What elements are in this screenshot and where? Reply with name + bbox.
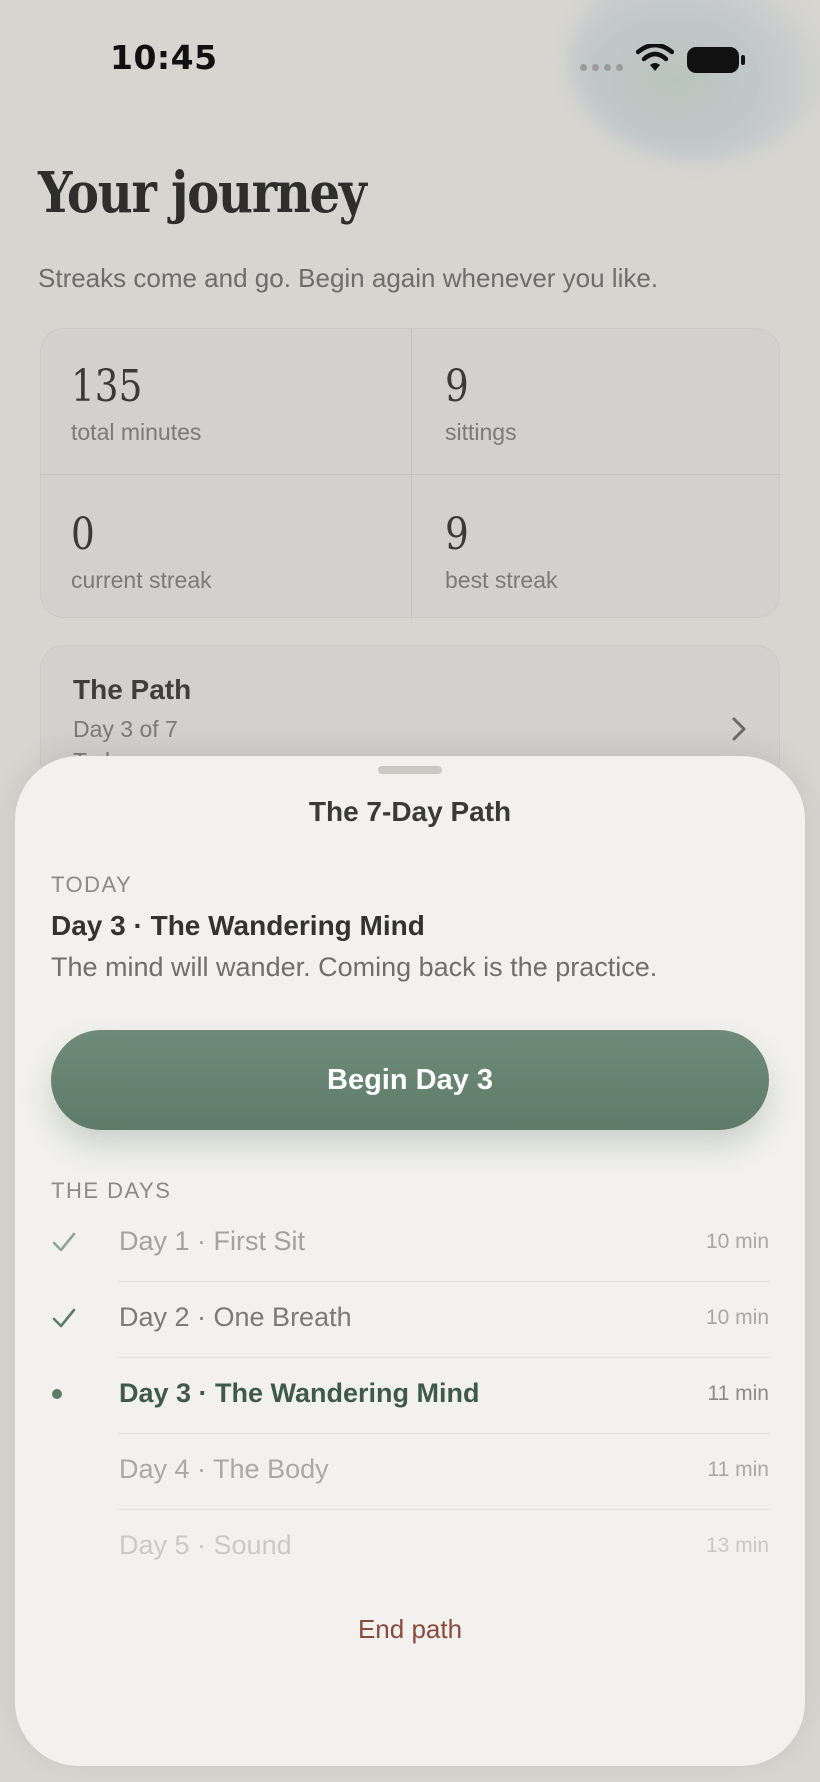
day-name: Day 2 · One Breath bbox=[119, 1302, 352, 1332]
day-duration: 11 min bbox=[707, 1458, 769, 1481]
day-duration: 11 min bbox=[707, 1382, 769, 1405]
stat-current-streak: 0 current streak bbox=[71, 509, 212, 594]
stat-value: 0 bbox=[71, 509, 95, 560]
day-row[interactable]: Day 1 · First Sit 10 min bbox=[51, 1206, 769, 1282]
today-section-label: TODAY bbox=[51, 872, 133, 897]
day-name: Day 4 · The Body bbox=[119, 1454, 329, 1484]
page-title: Your journey bbox=[38, 160, 367, 226]
day-row[interactable]: Day 5 · Sound 13 min bbox=[51, 1510, 769, 1586]
day-name: Day 5 · Sound bbox=[119, 1530, 292, 1560]
stat-sittings: 9 sittings bbox=[445, 361, 517, 446]
checkmark-icon bbox=[52, 1308, 76, 1328]
status-time: 10:45 bbox=[110, 38, 218, 77]
stat-total-minutes: 135 total minutes bbox=[71, 361, 201, 446]
stat-label: total minutes bbox=[71, 419, 202, 445]
stats-card: 135 total minutes 9 sittings 0 current s… bbox=[40, 328, 781, 619]
path-card-title: The Path bbox=[73, 674, 192, 705]
path-card-progress: Day 3 of 7 bbox=[73, 716, 178, 742]
path-sheet: The 7-Day Path TODAY Day 3 · The Wanderi… bbox=[15, 756, 805, 1766]
signal-dots-icon bbox=[580, 64, 623, 71]
today-title: Day 3 · The Wandering Mind bbox=[51, 910, 425, 941]
today-description: The mind will wander. Coming back is the… bbox=[51, 952, 658, 982]
day-duration: 10 min bbox=[705, 1306, 769, 1329]
wifi-icon bbox=[636, 44, 674, 71]
stat-value: 135 bbox=[71, 361, 143, 412]
day-row[interactable]: Day 2 · One Breath 10 min bbox=[51, 1282, 769, 1358]
day-row[interactable]: Day 4 · The Body 11 min bbox=[51, 1434, 769, 1510]
stat-label: sittings bbox=[445, 419, 517, 445]
checkmark-icon bbox=[52, 1232, 76, 1252]
day-duration: 13 min bbox=[705, 1534, 769, 1557]
current-day-dot-icon bbox=[52, 1389, 62, 1399]
status-bar: 10:45 bbox=[0, 0, 820, 120]
sheet-title: The 7-Day Path bbox=[308, 796, 512, 827]
chevron-right-icon bbox=[732, 717, 746, 741]
stat-best-streak: 9 best streak bbox=[445, 509, 558, 594]
day-duration: 10 min bbox=[705, 1230, 769, 1253]
stat-value: 9 bbox=[445, 509, 469, 560]
battery-icon bbox=[687, 47, 745, 73]
begin-day-button[interactable]: Begin Day 3 bbox=[51, 1030, 769, 1130]
page-subtitle: Streaks come and go. Begin again wheneve… bbox=[38, 263, 659, 293]
day-name: Day 1 · First Sit bbox=[119, 1226, 306, 1256]
days-section-label: THE DAYS bbox=[51, 1178, 172, 1203]
stat-label: best streak bbox=[445, 567, 558, 593]
day-name: Day 3 · The Wandering Mind bbox=[119, 1378, 480, 1408]
stat-value: 9 bbox=[445, 361, 469, 412]
end-path-button[interactable]: End path bbox=[15, 1614, 805, 1645]
divider bbox=[41, 474, 781, 475]
sheet-grabber[interactable] bbox=[378, 766, 442, 774]
stat-label: current streak bbox=[71, 567, 212, 593]
day-row-current[interactable]: Day 3 · The Wandering Mind 11 min bbox=[51, 1358, 769, 1434]
